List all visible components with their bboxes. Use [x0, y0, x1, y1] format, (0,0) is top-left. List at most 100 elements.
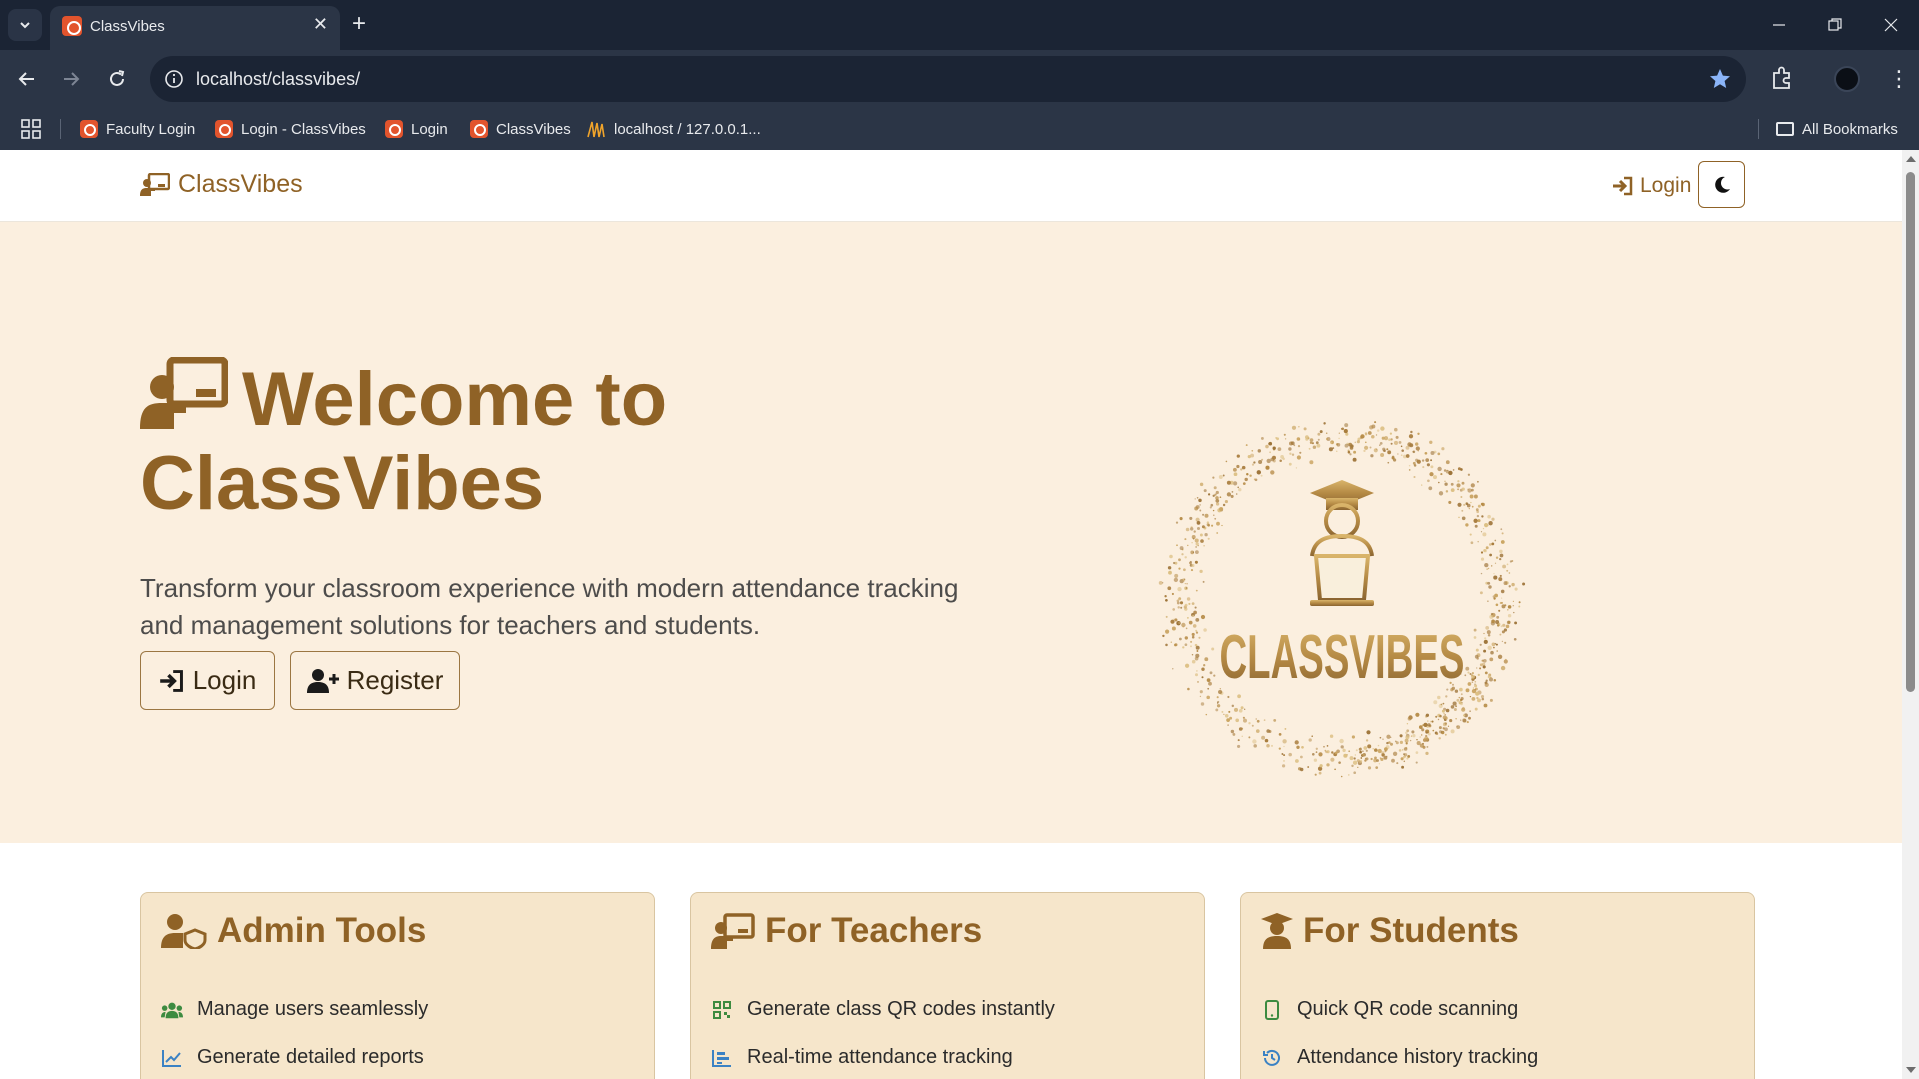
logo-speckle	[1435, 715, 1438, 718]
logo-speckle	[1410, 430, 1413, 434]
logo-speckle	[1278, 733, 1282, 736]
logo-speckle	[1207, 687, 1210, 690]
all-bookmarks-button[interactable]: All Bookmarks	[1776, 117, 1898, 141]
logo-speckle	[1468, 507, 1470, 510]
tab-search-button[interactable]	[8, 9, 42, 41]
logo-speckle	[1463, 714, 1466, 717]
hero-register-button[interactable]: Register	[290, 651, 460, 710]
logo-speckle	[1165, 615, 1168, 618]
theme-toggle-button[interactable]	[1698, 161, 1745, 208]
reload-button[interactable]	[102, 64, 132, 94]
logo-speckle	[1443, 712, 1445, 715]
logo-speckle	[1244, 708, 1246, 710]
restore-button[interactable]	[1807, 0, 1863, 50]
logo-speckle	[1488, 521, 1493, 526]
logo-speckle	[1487, 600, 1489, 602]
logo-speckle	[1457, 480, 1460, 483]
page-scrollbar[interactable]	[1902, 150, 1919, 1079]
bookmark-item[interactable]: Login - ClassVibes	[215, 117, 366, 141]
logo-speckle	[1440, 703, 1443, 706]
logo-speckle	[1172, 561, 1176, 565]
logo-speckle	[1181, 553, 1184, 556]
close-window-button[interactable]	[1863, 0, 1919, 50]
logo-speckle	[1444, 733, 1447, 736]
extensions-icon[interactable]	[1768, 64, 1796, 92]
forward-button[interactable]	[56, 64, 86, 94]
logo-speckle	[1299, 767, 1304, 772]
logo-speckle	[1185, 527, 1190, 532]
logo-speckle	[1297, 445, 1301, 448]
address-bar[interactable]: localhost/classvibes/	[150, 56, 1746, 102]
back-button[interactable]	[12, 64, 42, 94]
bookmark-star-icon[interactable]	[1708, 67, 1732, 91]
logo-speckle	[1271, 744, 1273, 747]
bookmark-item[interactable]: ClassVibes	[470, 117, 571, 141]
logo-speckle	[1203, 544, 1205, 547]
logo-speckle	[1412, 734, 1416, 738]
scroll-up-arrow[interactable]	[1906, 156, 1916, 162]
logo-speckle	[1291, 425, 1297, 430]
url-text[interactable]: localhost/classvibes/	[196, 69, 360, 90]
logo-speckle	[1366, 730, 1371, 735]
logo-speckle	[1186, 582, 1188, 585]
scroll-thumb[interactable]	[1906, 172, 1915, 692]
logo-speckle	[1177, 586, 1182, 592]
profile-avatar[interactable]	[1834, 66, 1860, 92]
logo-speckle	[1278, 747, 1281, 750]
logo-speckle	[1445, 490, 1449, 493]
logo-speckle	[1317, 438, 1320, 441]
logo-speckle	[1503, 659, 1508, 664]
logo-speckle	[1374, 748, 1378, 752]
more-options-icon[interactable]: ⋮	[1888, 64, 1910, 94]
logo-speckle	[1408, 434, 1414, 439]
scroll-down-arrow[interactable]	[1906, 1067, 1916, 1073]
logo-speckle	[1206, 521, 1210, 524]
user-shield-icon	[161, 914, 207, 949]
brand-link[interactable]: ClassVibes	[140, 170, 303, 199]
logo-speckle	[1420, 734, 1423, 736]
logo-speckle	[1390, 442, 1393, 445]
logo-speckle	[1457, 488, 1460, 491]
bookmark-item[interactable]: Login	[385, 117, 448, 141]
logo-speckle	[1501, 630, 1505, 634]
logo-speckle	[1326, 437, 1329, 441]
logo-speckle	[1342, 747, 1344, 750]
close-tab-icon[interactable]: ✕	[313, 15, 328, 33]
logo-speckle	[1464, 674, 1467, 677]
feature-card-teachers: For Teachers Generate class QR codes ins…	[690, 892, 1205, 1079]
logo-speckle	[1336, 450, 1338, 452]
logo-speckle	[1231, 704, 1235, 708]
new-tab-button[interactable]: +	[352, 10, 366, 38]
browser-tab-active[interactable]: ClassVibes ✕	[50, 6, 340, 50]
site-navbar: ClassVibes Login	[0, 150, 1902, 222]
logo-speckle	[1291, 453, 1295, 456]
logo-speckle	[1265, 465, 1270, 470]
logo-speckle	[1339, 738, 1344, 744]
logo-speckle	[1442, 722, 1447, 727]
logo-speckle	[1483, 639, 1488, 644]
nav-login-link[interactable]: Login	[1612, 174, 1691, 198]
logo-speckle	[1265, 444, 1269, 449]
restore-icon	[1828, 18, 1842, 31]
feature-item: Manage users seamlessly	[161, 998, 428, 1021]
bookmark-item[interactable]: localhost / 127.0.0.1...	[586, 117, 761, 141]
info-icon[interactable]	[164, 69, 184, 89]
logo-speckle	[1237, 739, 1240, 742]
logo-speckle	[1425, 731, 1428, 734]
minimize-button[interactable]	[1751, 0, 1807, 50]
logo-speckle	[1387, 461, 1390, 464]
feature-card-admin: Admin Tools Manage users seamlessly Gene…	[140, 892, 655, 1079]
logo-speckle	[1282, 457, 1285, 461]
apps-grid-icon[interactable]	[20, 118, 42, 140]
logo-speckle	[1296, 745, 1300, 749]
logo-speckle	[1180, 606, 1183, 609]
logo-speckle	[1212, 494, 1215, 497]
logo-speckle	[1330, 757, 1335, 762]
bookmark-item[interactable]: Faculty Login	[80, 117, 195, 141]
logo-speckle	[1168, 570, 1172, 575]
logo-speckle	[1190, 569, 1194, 572]
logo-speckle	[1260, 474, 1263, 477]
logo-speckle	[1445, 469, 1450, 474]
logo-speckle	[1424, 736, 1429, 741]
hero-login-button[interactable]: Login	[140, 651, 275, 710]
